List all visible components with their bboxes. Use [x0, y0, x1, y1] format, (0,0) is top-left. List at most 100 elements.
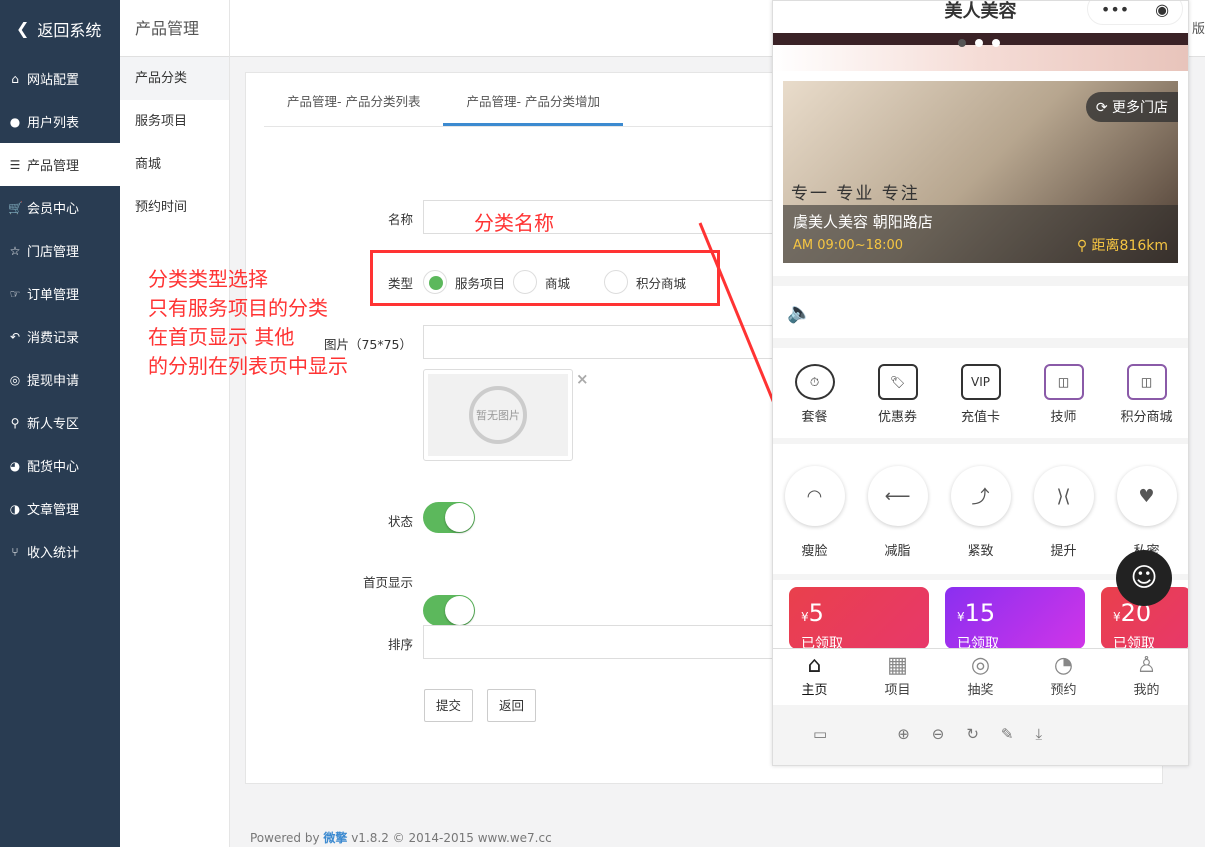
- submenu-item-product-category[interactable]: 产品分类: [120, 57, 229, 100]
- home-display-toggle[interactable]: [423, 595, 475, 626]
- zoom-in-icon[interactable]: ⊕: [897, 725, 910, 743]
- submit-button[interactable]: 提交: [424, 689, 474, 722]
- edit-icon[interactable]: ✎: [1001, 725, 1014, 743]
- firm-icon: ⤴: [951, 466, 1011, 526]
- projects-icon: ▦: [887, 653, 908, 678]
- sidebar-item-1[interactable]: ● 用户列表: [0, 100, 120, 143]
- face-icon: ◠: [785, 466, 845, 526]
- sidebar-item-2[interactable]: ☰ 产品管理: [0, 143, 120, 186]
- chevron-left-icon: ❮: [16, 19, 30, 38]
- home-display-label: 首页显示: [362, 575, 413, 590]
- customer-service-icon[interactable]: ☺: [1116, 550, 1172, 606]
- type-radio-group: 服务项目 商城 积分商城: [423, 270, 686, 294]
- grid2-item[interactable]: ◠ 瘦脸: [775, 466, 855, 574]
- tabbar-profile[interactable]: ♙ 我的: [1105, 653, 1188, 705]
- radio-points-mall[interactable]: [604, 270, 629, 294]
- download-icon[interactable]: ⤓: [1036, 725, 1043, 743]
- radio-service[interactable]: [423, 270, 447, 294]
- submenu-item-mall[interactable]: 商城: [120, 143, 229, 186]
- grid1-item[interactable]: ⏱ 套餐: [775, 364, 855, 438]
- star-icon: ☆: [9, 243, 21, 258]
- sidebar-item-0[interactable]: ⌂ 网站配置: [0, 57, 120, 100]
- lift-icon: ⟩⟨: [1034, 466, 1094, 526]
- remove-image-icon[interactable]: ×: [576, 370, 589, 388]
- store-name: 虞美人美容 朝阳路店: [793, 213, 933, 231]
- more-icon[interactable]: •••: [1101, 1, 1129, 19]
- pie-chart-icon: ◕: [9, 458, 21, 473]
- grid1-item[interactable]: ◫ 积分商城: [1107, 364, 1187, 438]
- sort-input[interactable]: [423, 625, 783, 659]
- grid2-item[interactable]: ⟵ 减脂: [858, 466, 938, 574]
- branch-icon: ⑂: [11, 544, 19, 559]
- submenu-item-booking-time[interactable]: 预约时间: [120, 186, 229, 229]
- sort-label: 排序: [387, 637, 413, 652]
- sidebar-item-9[interactable]: ◕ 配货中心: [0, 444, 120, 487]
- sidebar-item-11[interactable]: ⑂ 收入统计: [0, 530, 120, 573]
- sidebar-item-6[interactable]: ↶ 消费记录: [0, 315, 120, 358]
- tabbar-lottery[interactable]: ◎ 抽奖: [939, 653, 1022, 705]
- coupon-card[interactable]: ¥5 已领取: [789, 587, 929, 652]
- coupon-card[interactable]: ¥15 已领取: [945, 587, 1085, 652]
- points-mall-icon: ◫: [1126, 364, 1167, 400]
- tabbar-projects[interactable]: ▦ 项目: [856, 653, 939, 705]
- private-icon: ♥: [1117, 466, 1177, 526]
- image-preview[interactable]: 暂无图片: [423, 369, 573, 461]
- fat-icon: ⟵: [868, 466, 928, 526]
- lottery-icon: ◎: [970, 653, 991, 678]
- tab-category-add[interactable]: 产品管理- 产品分类增加: [443, 73, 623, 126]
- back-to-system-button[interactable]: ❮ 返回系统: [0, 0, 120, 57]
- footer: Powered by 微擎 v1.8.2 © 2014-2015 www.we7…: [250, 831, 552, 845]
- card-icon: VIP: [960, 364, 1001, 400]
- zoom-out-icon[interactable]: ⊖: [932, 725, 945, 743]
- status-label: 状态: [387, 514, 413, 529]
- sidebar-item-4[interactable]: ☆ 门店管理: [0, 229, 120, 272]
- map-marker-icon: ⚲: [10, 415, 20, 430]
- technician-icon: ◫: [1043, 364, 1084, 400]
- name-label: 名称: [387, 212, 413, 227]
- home-icon: ⌂: [11, 71, 19, 86]
- booking-icon: ◔: [1053, 653, 1074, 678]
- back-button[interactable]: 返回: [487, 689, 537, 722]
- tabbar-booking[interactable]: ◔ 预约: [1022, 653, 1105, 705]
- server-icon: ☰: [9, 157, 21, 172]
- grid2-item[interactable]: ⟩⟨ 提升: [1024, 466, 1104, 574]
- tabbar-home[interactable]: ⌂ 主页: [773, 653, 856, 705]
- sidebar-item-7[interactable]: ◎ 提现申请: [0, 358, 120, 401]
- package-icon: ⏱: [794, 364, 835, 400]
- store-card[interactable]: ⟳ 更多门店 专一 专业 专注 虞美人美容 朝阳路店 AM 09:00~18:0…: [783, 81, 1178, 263]
- annotation-type: 分类类型选择 只有服务项目的分类 在首页显示 其他 的分别在列表页中显示: [148, 267, 348, 378]
- grid2-item[interactable]: ⤴ 紧致: [941, 466, 1021, 574]
- cart-icon: 🛒: [8, 200, 23, 215]
- sidebar-item-8[interactable]: ⚲ 新人专区: [0, 401, 120, 444]
- phone-preview: 美人美容 ••• ◉ ⟳ 更多门店 专一 专业 专注 虞美人美容 朝阳路店 AM …: [772, 0, 1189, 766]
- home-icon: ⌂: [807, 653, 822, 678]
- profile-icon: ♙: [1136, 653, 1157, 678]
- status-toggle[interactable]: [423, 502, 475, 533]
- hand-icon: ☞: [9, 286, 21, 301]
- store-distance: ⚲ 距离816km: [1076, 238, 1168, 254]
- tab-category-list[interactable]: 产品管理- 产品分类列表: [264, 73, 443, 126]
- location-icon: ⚲: [1076, 238, 1088, 254]
- grid1-item[interactable]: ◫ 技师: [1024, 364, 1104, 438]
- speaker-icon: 🔈: [773, 286, 1188, 338]
- grid1-item[interactable]: VIP 充值卡: [941, 364, 1021, 438]
- sidebar: ❮ 返回系统 ⌂ 网站配置 ● 用户列表 ☰ 产品管理 🛒 会员中心 ☆ 门店管理 ☞ 订单管理 ↶ 消费记…: [0, 0, 120, 847]
- layout-icon[interactable]: ▭: [813, 725, 827, 743]
- no-image-icon: 暂无图片: [469, 386, 527, 444]
- grid1-item[interactable]: 🏷 优惠券: [858, 364, 938, 438]
- user-icon: ●: [9, 114, 21, 129]
- wechat-icon: ◎: [9, 372, 21, 387]
- submenu-item-services[interactable]: 服务项目: [120, 100, 229, 143]
- more-stores-button[interactable]: ⟳ 更多门店: [1085, 92, 1178, 122]
- rotate-icon[interactable]: ↻: [966, 725, 979, 743]
- coupon-icon: 🏷: [877, 364, 918, 400]
- sidebar-item-10[interactable]: ◑ 文章管理: [0, 487, 120, 530]
- adjust-icon: ◑: [9, 501, 21, 516]
- sidebar-item-5[interactable]: ☞ 订单管理: [0, 272, 120, 315]
- banner-carousel[interactable]: [773, 33, 1188, 47]
- submenu-title: 产品管理: [120, 0, 229, 57]
- radio-mall[interactable]: [513, 270, 538, 294]
- close-mini-app-icon[interactable]: ◉: [1155, 1, 1169, 19]
- submenu: 产品管理 产品分类 服务项目 商城 预约时间: [120, 0, 230, 847]
- sidebar-item-3[interactable]: 🛒 会员中心: [0, 186, 120, 229]
